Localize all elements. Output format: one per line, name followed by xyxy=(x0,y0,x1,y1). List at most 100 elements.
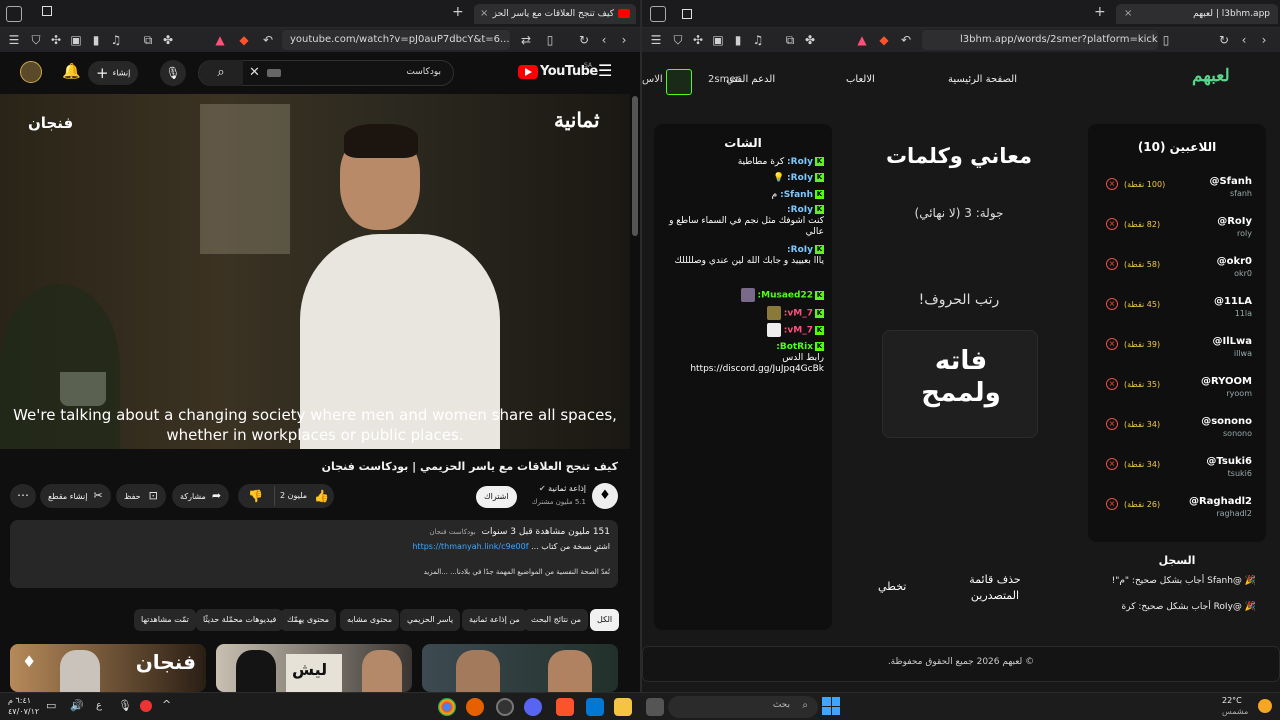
forward-icon[interactable]: › xyxy=(616,32,632,48)
right-url-bar[interactable]: l3bhm.app/words/2smer?platform=kick xyxy=(922,30,1158,50)
chip-similar[interactable]: محتوى مشابه xyxy=(340,609,400,631)
weather-widget[interactable]: 22°C مشمس xyxy=(1222,695,1248,717)
new-tab-icon[interactable]: + xyxy=(452,4,464,20)
chip-for-you[interactable]: محتوى يهمّك xyxy=(280,609,337,631)
save-button[interactable]: حفظ ⊡ xyxy=(116,484,166,508)
left-url-bar[interactable]: youtube.com/watch?v=pJ0auP7dbcY&t=6... xyxy=(282,30,510,50)
forward-icon-2[interactable]: › xyxy=(1256,32,1272,48)
remove-player-icon[interactable]: × xyxy=(1106,378,1118,390)
close-tab-icon-2[interactable]: × xyxy=(1124,4,1132,24)
reload-icon[interactable]: ↻ xyxy=(576,32,592,48)
camera-icon[interactable]: ▣ xyxy=(68,32,84,48)
menu-icon[interactable]: ☰ xyxy=(6,32,22,48)
microphone-icon[interactable]: 🎙 xyxy=(160,60,186,86)
chip-yasser[interactable]: ياسر الحزيمي xyxy=(400,609,461,631)
brave-icon[interactable]: ◆ xyxy=(236,32,252,48)
remove-player-icon[interactable]: × xyxy=(1106,418,1118,430)
remove-player-icon[interactable]: × xyxy=(1106,258,1118,270)
task-view-icon[interactable] xyxy=(646,698,664,716)
keyboard-icon[interactable] xyxy=(267,69,281,77)
file-explorer-icon[interactable] xyxy=(614,698,632,716)
volume-icon[interactable]: 🔊 xyxy=(70,699,84,712)
avatar[interactable] xyxy=(20,61,42,83)
nav-cut-label[interactable]: الاس xyxy=(642,74,663,85)
alert-icon-2[interactable]: ▲ xyxy=(854,32,870,48)
language-indicator[interactable]: ع xyxy=(96,700,102,711)
shield-icon[interactable]: ⛉ xyxy=(28,32,44,48)
taskbar-search[interactable]: ⌕ بحث xyxy=(668,696,818,718)
chip-all[interactable]: الكل xyxy=(590,609,620,631)
back-icon-2[interactable]: ‹ xyxy=(1236,32,1252,48)
like-count[interactable]: 2 مليون xyxy=(280,484,307,508)
workspaces-icon-2[interactable] xyxy=(650,6,666,22)
bookmark-icon[interactable]: ▯ xyxy=(542,32,558,48)
site-logo[interactable]: لعبهم xyxy=(1192,66,1230,86)
discord-icon[interactable] xyxy=(524,698,542,716)
store-icon[interactable] xyxy=(586,698,604,716)
remove-player-icon[interactable]: × xyxy=(1106,458,1118,470)
camera-icon-2[interactable]: ▣ xyxy=(710,32,726,48)
description-link[interactable]: https://thmanyah.link/c9e00f xyxy=(412,542,528,551)
screenshot-icon-2[interactable]: ⧉ xyxy=(782,32,798,48)
back-history-icon-2[interactable]: ↶ xyxy=(898,32,914,48)
thumbnail-1[interactable]: فنجان ♦ xyxy=(10,644,206,692)
new-tab-icon-2[interactable]: + xyxy=(1094,4,1106,20)
remove-player-icon[interactable]: × xyxy=(1106,338,1118,350)
back-icon[interactable]: ‹ xyxy=(596,32,612,48)
clear-search-icon[interactable]: ✕ xyxy=(249,65,260,80)
music-icon[interactable]: ♫ xyxy=(108,32,124,48)
extensions-icon[interactable]: ✤ xyxy=(160,32,176,48)
chip-recent[interactable]: فيديوهات محمّلة حديثًا xyxy=(196,609,284,631)
brave-taskbar-icon[interactable] xyxy=(556,698,574,716)
close-tab-icon[interactable]: × xyxy=(480,4,488,24)
tab-youtube[interactable]: كيف تنجح العلاقات مع ياسر الحز × xyxy=(474,4,636,24)
tab-l3bhm[interactable]: × لعبهم | l3bhm.app xyxy=(1116,4,1278,24)
remove-player-icon[interactable]: × xyxy=(1106,178,1118,190)
youtube-logo-icon[interactable] xyxy=(518,65,538,79)
puzzle-icon[interactable]: ✣ xyxy=(48,32,64,48)
thumbnail-2[interactable]: ليش xyxy=(216,644,412,692)
translate-icon[interactable]: ⇄ xyxy=(518,32,534,48)
channel-name[interactable]: إذاعة ثمانية ✔ xyxy=(500,484,586,493)
record-tray-icon[interactable] xyxy=(140,700,152,712)
chrome-icon[interactable] xyxy=(438,698,456,716)
remove-player-icon[interactable]: × xyxy=(1106,298,1118,310)
menu-icon-2[interactable]: ☰ xyxy=(648,32,664,48)
nav-support[interactable]: الدعم الفني xyxy=(726,74,775,85)
nav-games[interactable]: الالعاب xyxy=(846,74,875,85)
bookmark-icon-2[interactable]: ▯ xyxy=(1158,32,1174,48)
search-box[interactable]: ⌕ ✕ بودكاست xyxy=(198,60,454,86)
notifications-icon[interactable]: ▭ xyxy=(46,699,56,712)
alert-icon[interactable]: ▲ xyxy=(212,32,228,48)
windows-start-icon[interactable] xyxy=(822,697,840,715)
window-toggle-icon[interactable] xyxy=(42,6,52,16)
create-button[interactable]: + إنشاء xyxy=(88,61,139,85)
thumbnail-3[interactable] xyxy=(422,644,618,692)
firefox-icon[interactable] xyxy=(466,698,484,716)
window-toggle-icon-2[interactable] xyxy=(682,9,692,19)
nav-home[interactable]: الصفحة الرئيسية xyxy=(948,74,1017,85)
guide-menu-icon[interactable]: ☰ xyxy=(598,61,612,80)
tray-chevron-icon[interactable]: ^ xyxy=(162,698,171,711)
remove-player-icon[interactable]: × xyxy=(1106,218,1118,230)
workspaces-icon[interactable] xyxy=(6,6,22,22)
video-player[interactable]: ثمانية فنجان We're talking about a chang… xyxy=(0,94,630,449)
music-icon-2[interactable]: ♫ xyxy=(750,32,766,48)
search-input[interactable]: بودكاست xyxy=(406,67,441,77)
clip-button[interactable]: إنشاء مقطع ✂ xyxy=(40,484,111,508)
remove-player-icon[interactable]: × xyxy=(1106,498,1118,510)
more-actions-icon[interactable]: ⋯ xyxy=(10,484,36,508)
back-history-icon[interactable]: ↶ xyxy=(260,32,276,48)
description-box[interactable]: 151 مليون مشاهدة قبل 3 سنوات بودكاست فنج… xyxy=(10,520,618,588)
chip-thmanyah[interactable]: من إذاعة ثمانية xyxy=(462,609,527,631)
share-button[interactable]: مشاركة ➦ xyxy=(172,484,230,508)
mic-tray-icon[interactable]: 🎙 xyxy=(118,699,132,712)
channel-avatar[interactable]: ♦ xyxy=(592,483,618,509)
reload-icon-2[interactable]: ↻ xyxy=(1216,32,1232,48)
notifications-bell-icon[interactable]: 🔔 xyxy=(62,62,81,80)
search-icon[interactable]: ⌕ xyxy=(199,60,243,86)
user-avatar[interactable] xyxy=(666,69,692,95)
skip-button[interactable]: تخطي xyxy=(878,580,906,593)
clear-leaderboard-button[interactable]: حذف قائمة المتصدرين xyxy=(960,572,1030,604)
sidebar-icon[interactable]: ▮ xyxy=(88,32,104,48)
